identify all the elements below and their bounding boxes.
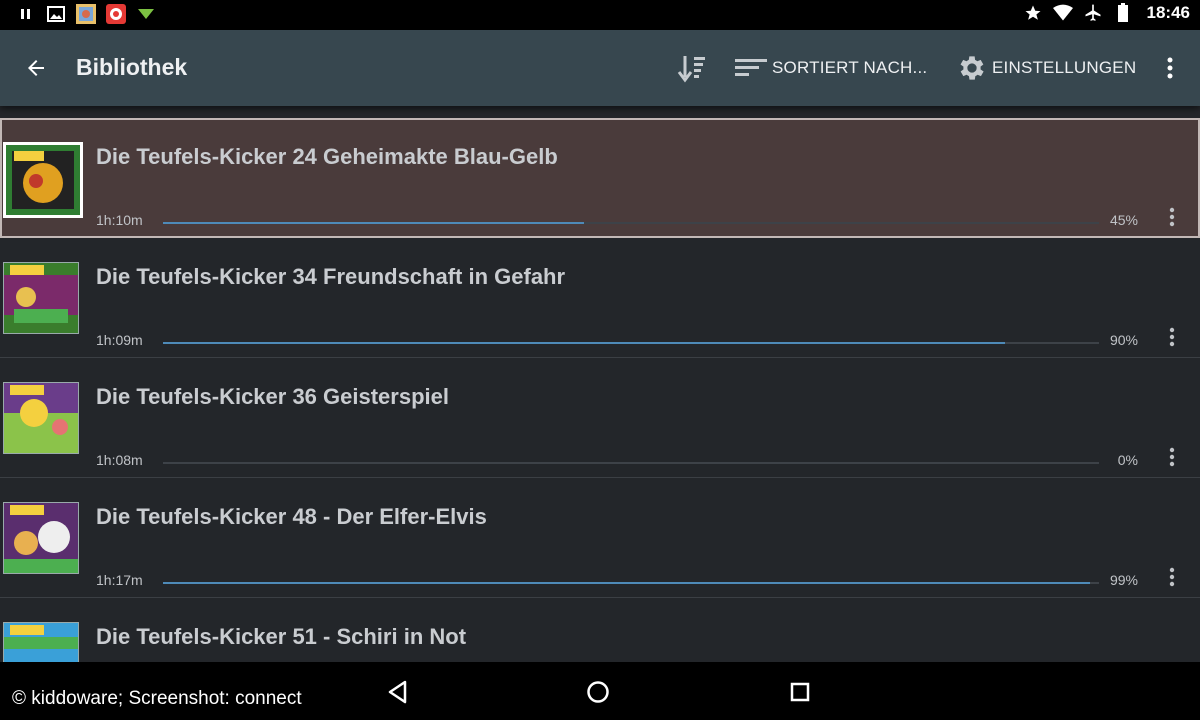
item-menu-button[interactable] xyxy=(1162,322,1182,352)
back-button[interactable] xyxy=(20,52,52,84)
sort-lines-icon xyxy=(735,59,767,76)
more-vertical-icon xyxy=(1169,567,1175,587)
more-vertical-icon xyxy=(1167,57,1173,79)
item-title: Die Teufels-Kicker 36 Geisterspiel xyxy=(96,384,449,409)
more-vertical-icon xyxy=(1169,327,1175,347)
list-item[interactable]: Die Teufels-Kicker 36 Geisterspiel 1h:08… xyxy=(0,358,1200,478)
library-list: Die Teufels-Kicker 24 Geheimakte Blau-Ge… xyxy=(0,118,1200,662)
square-recents-icon xyxy=(790,682,810,702)
item-menu-button[interactable] xyxy=(1162,562,1182,592)
list-item[interactable]: Die Teufels-Kicker 51 - Schiri in Not xyxy=(0,598,1200,662)
album-cover-image xyxy=(3,142,83,218)
progress-fill xyxy=(163,222,585,224)
sort-direction-button[interactable] xyxy=(672,50,712,86)
status-bar: 18:46 xyxy=(0,0,1200,30)
item-menu-button[interactable] xyxy=(1162,442,1182,472)
nav-recents-button[interactable] xyxy=(786,678,814,706)
progress-bar xyxy=(163,582,1099,584)
album-cover-image xyxy=(3,382,79,454)
sort-by-button[interactable]: SORTIERT NACH... xyxy=(734,48,927,88)
list-item[interactable]: Die Teufels-Kicker 48 - Der Elfer-Elvis … xyxy=(0,478,1200,598)
item-title: Die Teufels-Kicker 24 Geheimakte Blau-Ge… xyxy=(96,144,558,169)
system-icons: 18:46 xyxy=(1023,3,1190,23)
triangle-back-icon xyxy=(388,680,407,704)
more-vertical-icon xyxy=(1169,207,1175,227)
settings-label: EINSTELLUNGEN xyxy=(992,58,1137,77)
more-vertical-icon xyxy=(1169,447,1175,467)
airplane-icon xyxy=(1083,3,1103,23)
progress-fill xyxy=(163,582,1090,584)
navigation-bar: © kiddoware; Screenshot: connect xyxy=(0,662,1200,720)
item-duration: 1h:17m xyxy=(96,572,143,588)
item-duration: 1h:10m xyxy=(96,212,143,228)
item-duration: 1h:08m xyxy=(96,452,143,468)
clock: 18:46 xyxy=(1146,3,1190,22)
sort-by-label: SORTIERT NACH... xyxy=(772,58,928,77)
progress-fill xyxy=(163,342,1006,344)
progress-percent: 0% xyxy=(1117,452,1138,468)
album-cover-image xyxy=(3,622,79,662)
overflow-menu-button[interactable] xyxy=(1158,50,1182,86)
wifi-icon xyxy=(1052,3,1073,23)
nav-home-button[interactable] xyxy=(584,678,612,706)
star-icon xyxy=(1023,3,1043,23)
progress-bar xyxy=(163,222,1099,224)
gear-icon xyxy=(960,56,984,80)
item-duration: 1h:09m xyxy=(96,332,143,348)
image-credit: © kiddoware; Screenshot: connect xyxy=(12,688,302,709)
progress-percent: 45% xyxy=(1109,212,1138,228)
progress-bar xyxy=(163,342,1099,344)
sort-descending-icon xyxy=(677,56,705,83)
album-cover-image xyxy=(3,262,79,334)
list-item[interactable]: Die Teufels-Kicker 34 Freundschaft in Ge… xyxy=(0,238,1200,358)
battery-icon xyxy=(1113,3,1133,23)
item-title: Die Teufels-Kicker 34 Freundschaft in Ge… xyxy=(96,264,566,289)
arrow-left-icon xyxy=(28,60,44,76)
app-thumbnail-icon xyxy=(76,4,96,24)
image-icon xyxy=(46,4,66,24)
list-item[interactable]: Die Teufels-Kicker 24 Geheimakte Blau-Ge… xyxy=(0,118,1200,238)
progress-percent: 99% xyxy=(1109,572,1138,588)
settings-button[interactable]: EINSTELLUNGEN xyxy=(956,48,1136,88)
item-title: Die Teufels-Kicker 48 - Der Elfer-Elvis xyxy=(96,504,487,529)
download-arrow-icon xyxy=(136,4,156,24)
nav-back-button[interactable] xyxy=(384,678,412,706)
pause-icon xyxy=(16,4,36,24)
item-menu-button[interactable] xyxy=(1162,202,1182,232)
progress-bar xyxy=(163,462,1099,464)
album-cover-image xyxy=(3,502,79,574)
target-app-icon xyxy=(106,4,126,24)
progress-percent: 90% xyxy=(1109,332,1138,348)
notification-icons xyxy=(16,4,156,24)
app-toolbar: Bibliothek SORTIERT NACH... EINSTELLUNGE… xyxy=(0,30,1200,106)
item-title: Die Teufels-Kicker 51 - Schiri in Not xyxy=(96,624,467,649)
circle-home-icon xyxy=(587,681,609,703)
page-title: Bibliothek xyxy=(76,54,188,80)
